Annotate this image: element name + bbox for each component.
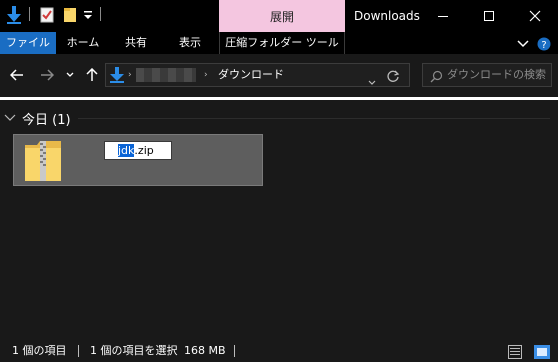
rename-extension-text: .zip bbox=[134, 144, 154, 157]
status-bar: 1 個の項目 1 個の項目を選択 168 MB bbox=[0, 340, 558, 362]
breadcrumb-separator-icon: › bbox=[204, 70, 208, 80]
group-header-today[interactable]: 今日 (1) bbox=[4, 108, 71, 128]
navigation-bar: › › ダウンロード ダウンロードの検索 bbox=[0, 54, 558, 96]
close-button[interactable] bbox=[512, 0, 558, 32]
details-view-icon[interactable] bbox=[508, 344, 522, 359]
redacted-path-segment bbox=[136, 68, 196, 82]
expand-ribbon-chevron-icon[interactable] bbox=[516, 36, 530, 50]
toolbar-separator bbox=[29, 7, 30, 21]
zip-folder-icon bbox=[23, 139, 63, 187]
tab-file[interactable]: ファイル bbox=[0, 32, 56, 54]
ribbon-tabs: ファイル ホーム 共有 表示 圧縮フォルダー ツール ? bbox=[0, 32, 558, 54]
breadcrumb-downloads[interactable]: ダウンロード bbox=[218, 64, 284, 86]
toolbar-separator bbox=[100, 7, 101, 21]
group-divider bbox=[78, 118, 550, 119]
status-selected-count: 1 個の項目を選択 bbox=[90, 344, 178, 357]
rename-selected-text: jdk bbox=[118, 144, 135, 157]
forward-arrow-icon[interactable] bbox=[38, 64, 56, 86]
address-bar[interactable]: › › ダウンロード bbox=[105, 63, 410, 87]
tab-home[interactable]: ホーム bbox=[62, 32, 104, 54]
breadcrumb-separator-icon: › bbox=[128, 70, 132, 80]
properties-icon[interactable] bbox=[39, 5, 55, 25]
status-selected-size: 168 MB bbox=[184, 344, 226, 357]
tab-extract-manage[interactable]: 展開 bbox=[219, 0, 345, 32]
customize-toolbar-icon[interactable] bbox=[82, 5, 94, 25]
downloads-folder-icon bbox=[110, 67, 124, 87]
rename-input[interactable]: jdk.zip bbox=[104, 141, 172, 160]
status-separator bbox=[234, 345, 235, 357]
search-icon bbox=[430, 68, 443, 87]
minimize-icon bbox=[438, 16, 448, 17]
search-placeholder: ダウンロードの検索 bbox=[447, 68, 546, 81]
group-title: 今日 (1) bbox=[22, 112, 71, 128]
back-arrow-icon[interactable] bbox=[8, 64, 26, 86]
tab-view[interactable]: 表示 bbox=[168, 32, 212, 54]
new-folder-icon[interactable] bbox=[62, 5, 78, 25]
search-input[interactable]: ダウンロードの検索 bbox=[422, 63, 552, 87]
tab-share[interactable]: 共有 bbox=[116, 32, 156, 54]
svg-text:?: ? bbox=[541, 40, 546, 51]
window-title: Downloads bbox=[354, 9, 420, 23]
status-separator bbox=[78, 345, 79, 357]
collapse-group-chevron-icon[interactable] bbox=[4, 114, 16, 122]
close-icon bbox=[529, 10, 541, 22]
minimize-button[interactable] bbox=[420, 0, 466, 32]
large-icons-view-icon[interactable] bbox=[534, 344, 550, 359]
recent-locations-chevron-icon[interactable] bbox=[64, 64, 76, 86]
manage-tab-label: 展開 bbox=[269, 9, 294, 24]
header-divider bbox=[0, 97, 558, 100]
status-item-count: 1 個の項目 bbox=[12, 344, 67, 357]
help-icon[interactable]: ? bbox=[537, 36, 551, 51]
refresh-icon[interactable] bbox=[386, 68, 400, 87]
maximize-icon bbox=[484, 11, 494, 21]
file-item-jdk-zip[interactable]: jdk.zip bbox=[13, 134, 263, 186]
explorer-window: 展開 Downloads ファイル ホーム 共有 表示 圧縮フォルダー ツール bbox=[0, 0, 558, 362]
up-arrow-icon[interactable] bbox=[84, 64, 100, 86]
maximize-button[interactable] bbox=[466, 0, 512, 32]
address-history-chevron-icon[interactable] bbox=[368, 71, 376, 90]
tab-compressed-folder-tools[interactable]: 圧縮フォルダー ツール bbox=[219, 32, 345, 54]
title-bar: 展開 Downloads bbox=[0, 0, 558, 32]
download-arrow-icon bbox=[6, 5, 22, 25]
